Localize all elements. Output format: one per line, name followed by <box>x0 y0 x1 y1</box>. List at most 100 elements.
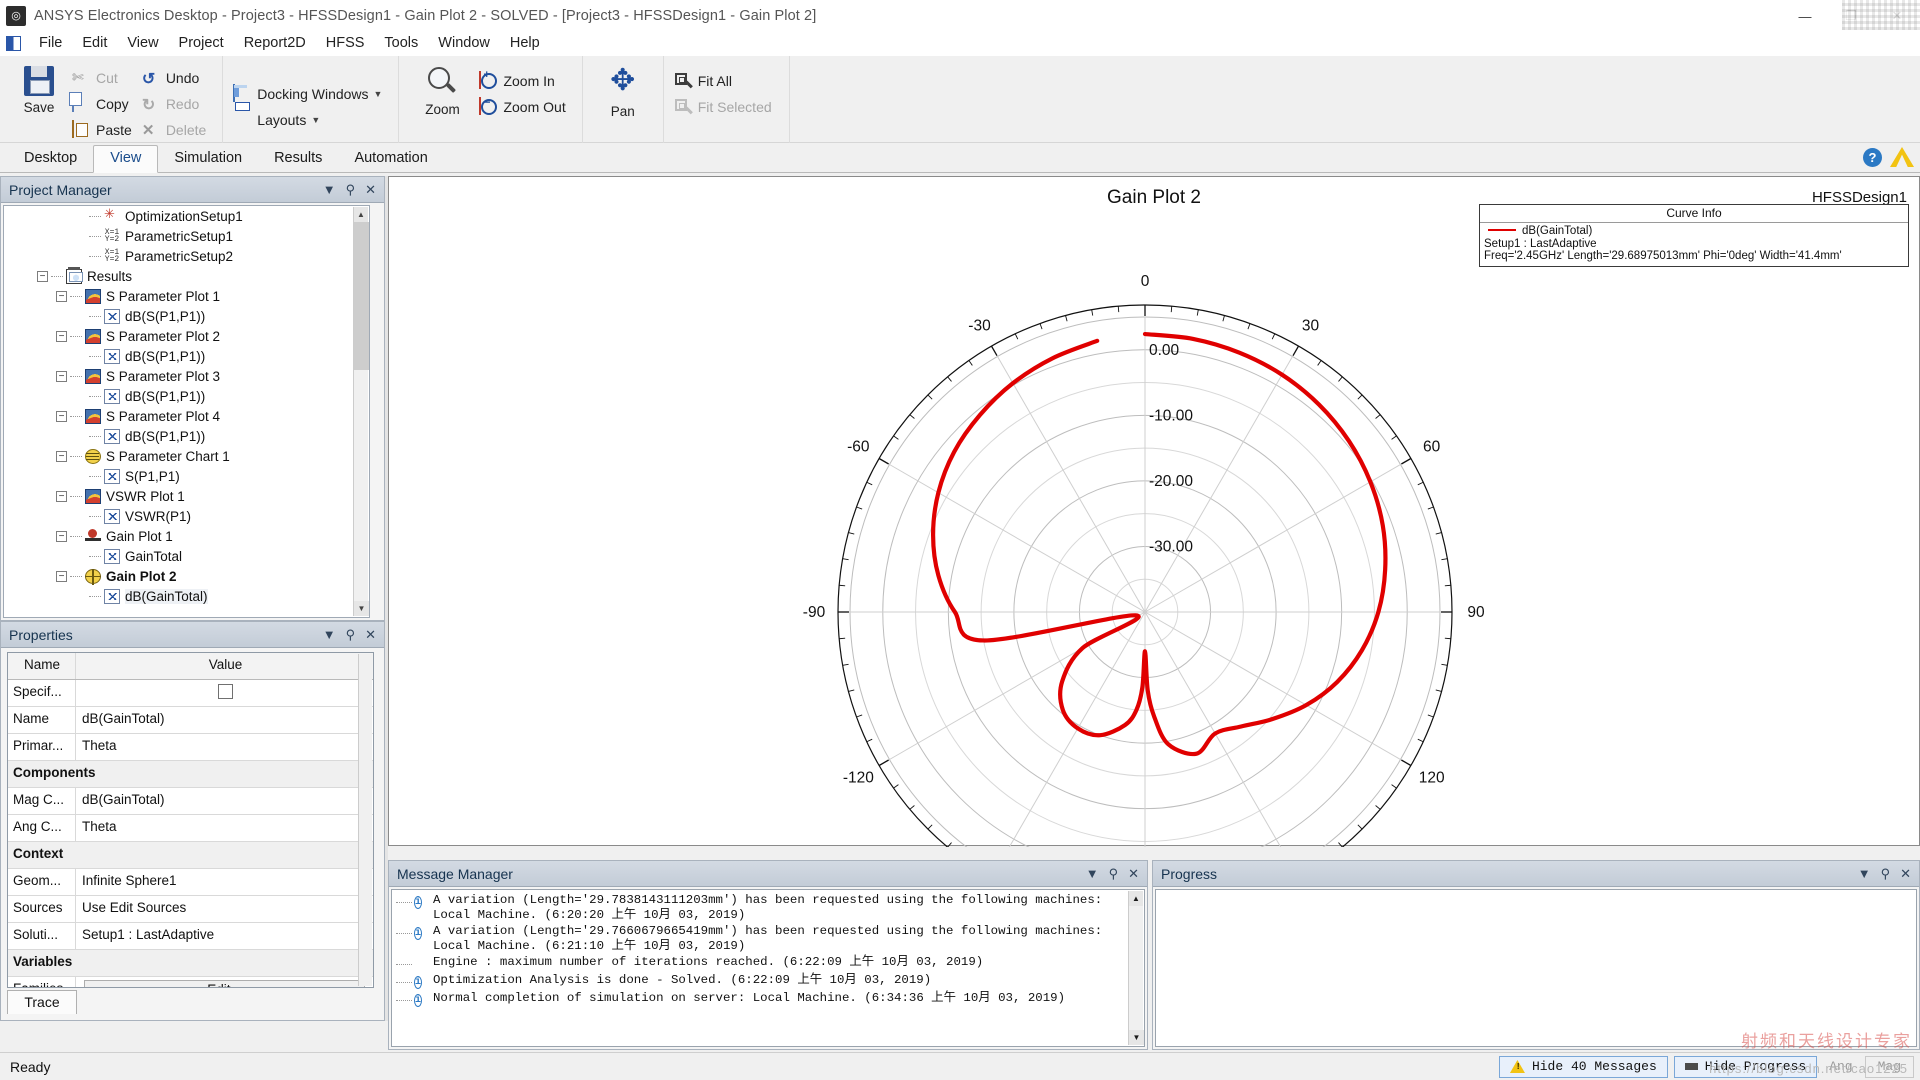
pin-icon[interactable]: ⚲ <box>346 628 356 641</box>
trace-tab[interactable]: Trace <box>7 990 77 1014</box>
tree-item-db-s-p1-p1[interactable]: dB(S(P1,P1)) <box>4 346 369 366</box>
copy-button[interactable]: Copy <box>70 91 140 117</box>
tree-expander-icon[interactable]: − <box>56 491 67 502</box>
pan-button[interactable]: ✥ Pan <box>591 60 655 119</box>
message-list[interactable]: iA variation (Length='29.7838143111203mm… <box>391 889 1145 1047</box>
pin-icon[interactable]: ⚲ <box>1109 867 1119 880</box>
fit-all-button[interactable]: Fit All <box>672 68 780 94</box>
close-icon[interactable]: ✕ <box>365 183 376 196</box>
menu-report2d[interactable]: Report2D <box>234 33 316 53</box>
docking-windows-button[interactable]: Docking Windows ▼ <box>231 81 390 107</box>
help-icon[interactable]: ? <box>1863 148 1882 167</box>
scroll-down-icon[interactable]: ▼ <box>354 601 369 616</box>
tree-item-vswr-p1[interactable]: VSWR(P1) <box>4 506 369 526</box>
tab-results[interactable]: Results <box>258 146 338 172</box>
cut-button[interactable]: ✄ Cut <box>70 65 140 91</box>
specify-checkbox[interactable] <box>76 680 373 706</box>
tree-item-optimizationsetup1[interactable]: OptimizationSetup1 <box>4 206 369 226</box>
families-edit-cell[interactable]: Edit... <box>76 977 373 988</box>
chevron-down-icon[interactable]: ▼ <box>1858 867 1871 880</box>
close-icon[interactable]: ✕ <box>365 628 376 641</box>
zoom-in-button[interactable]: Zoom In <box>477 68 573 94</box>
project-tree-scrollbar[interactable]: ▲▼ <box>353 207 368 616</box>
chevron-down-icon[interactable]: ▼ <box>1086 867 1099 880</box>
polar-plot[interactable]: 0306090120150-180-150-120-90-60-300.00-1… <box>389 177 1920 847</box>
chevron-down-icon[interactable]: ▼ <box>323 628 336 641</box>
message-row[interactable]: iOptimization Analysis is done - Solved.… <box>394 972 1144 990</box>
tree-item-s-p1-p1[interactable]: S(P1,P1) <box>4 466 369 486</box>
properties-table[interactable]: NameValueSpecif...NamedB(GainTotal)Prima… <box>7 652 374 988</box>
delete-button[interactable]: ✕ Delete <box>140 117 214 143</box>
message-row[interactable]: iA variation (Length='29.7838143111203mm… <box>394 892 1144 923</box>
tree-item-s-parameter-plot-4[interactable]: −S Parameter Plot 4 <box>4 406 369 426</box>
zoom-button[interactable]: Zoom <box>407 60 477 117</box>
tree-item-db-s-p1-p1[interactable]: dB(S(P1,P1)) <box>4 386 369 406</box>
close-icon[interactable]: ✕ <box>1128 867 1139 880</box>
layouts-button[interactable]: Layouts ▼ <box>231 107 390 133</box>
tab-automation[interactable]: Automation <box>338 146 443 172</box>
menu-project[interactable]: Project <box>169 33 234 53</box>
pin-icon[interactable]: ⚲ <box>1881 867 1891 880</box>
tab-view[interactable]: View <box>93 145 158 173</box>
menu-help[interactable]: Help <box>500 33 550 53</box>
paste-button[interactable]: Paste <box>70 117 140 143</box>
tree-expander-icon[interactable]: − <box>56 531 67 542</box>
properties-row-soluti[interactable]: Soluti...Setup1 : LastAdaptive <box>8 923 373 950</box>
fit-selected-button[interactable]: Fit Selected <box>672 94 780 120</box>
tree-expander-icon[interactable]: − <box>56 371 67 382</box>
tab-desktop[interactable]: Desktop <box>8 146 93 172</box>
menu-file[interactable]: File <box>29 33 72 53</box>
project-tree[interactable]: OptimizationSetup1X=1Y=2ParametricSetup1… <box>3 205 370 618</box>
properties-row-geom[interactable]: Geom...Infinite Sphere1 <box>8 869 373 896</box>
system-menu-icon[interactable] <box>6 36 21 51</box>
tree-item-db-gaintotal[interactable]: dB(GainTotal) <box>4 586 369 606</box>
properties-scrollbar[interactable] <box>358 654 372 986</box>
properties-row-specif[interactable]: Specif... <box>8 680 373 707</box>
pin-icon[interactable]: ⚲ <box>346 183 356 196</box>
minimize-button[interactable]: — <box>1782 0 1828 32</box>
menu-tools[interactable]: Tools <box>374 33 428 53</box>
message-row[interactable]: iA variation (Length='29.7660679665419mm… <box>394 923 1144 954</box>
tree-expander-icon[interactable]: − <box>56 331 67 342</box>
tree-item-s-parameter-chart-1[interactable]: −S Parameter Chart 1 <box>4 446 369 466</box>
tree-item-vswr-plot-1[interactable]: −VSWR Plot 1 <box>4 486 369 506</box>
zoom-out-button[interactable]: Zoom Out <box>477 94 573 120</box>
menu-view[interactable]: View <box>117 33 168 53</box>
plot-canvas[interactable]: Gain Plot 2 HFSSDesign1 Curve Info dB(Ga… <box>388 176 1920 846</box>
tree-item-results[interactable]: −Results <box>4 266 369 286</box>
save-button[interactable]: Save <box>8 60 70 115</box>
tree-item-db-s-p1-p1[interactable]: dB(S(P1,P1)) <box>4 426 369 446</box>
undo-button[interactable]: ↺ Undo <box>140 65 214 91</box>
properties-row-name[interactable]: NamedB(GainTotal) <box>8 707 373 734</box>
tab-simulation[interactable]: Simulation <box>158 146 258 172</box>
scroll-up-icon[interactable]: ▲ <box>354 207 368 222</box>
tree-item-parametricsetup1[interactable]: X=1Y=2ParametricSetup1 <box>4 226 369 246</box>
tree-item-gain-plot-2[interactable]: −Gain Plot 2 <box>4 566 369 586</box>
hide-messages-button[interactable]: Hide 40 Messages <box>1499 1056 1668 1078</box>
menu-window[interactable]: Window <box>428 33 500 53</box>
tree-item-s-parameter-plot-3[interactable]: −S Parameter Plot 3 <box>4 366 369 386</box>
tree-item-db-s-p1-p1[interactable]: dB(S(P1,P1)) <box>4 306 369 326</box>
tree-item-s-parameter-plot-2[interactable]: −S Parameter Plot 2 <box>4 326 369 346</box>
tree-expander-icon[interactable]: − <box>56 451 67 462</box>
tree-expander-icon[interactable]: − <box>56 291 67 302</box>
message-row[interactable]: iNormal completion of simulation on serv… <box>394 990 1144 1008</box>
tree-item-s-parameter-plot-1[interactable]: −S Parameter Plot 1 <box>4 286 369 306</box>
menu-hfss[interactable]: HFSS <box>316 33 375 53</box>
properties-row-sources[interactable]: SourcesUse Edit Sources <box>8 896 373 923</box>
properties-row-mag-c[interactable]: Mag C...dB(GainTotal) <box>8 788 373 815</box>
tree-item-gain-plot-1[interactable]: −Gain Plot 1 <box>4 526 369 546</box>
tree-expander-icon[interactable]: − <box>56 571 67 582</box>
menu-edit[interactable]: Edit <box>72 33 117 53</box>
message-row[interactable]: Engine : maximum number of iterations re… <box>394 954 1144 972</box>
chevron-down-icon[interactable]: ▼ <box>323 183 336 196</box>
tree-item-parametricsetup2[interactable]: X=1Y=2ParametricSetup2 <box>4 246 369 266</box>
tree-expander-icon[interactable]: − <box>37 271 48 282</box>
redo-button[interactable]: ↻ Redo <box>140 91 214 117</box>
scroll-down-icon[interactable]: ▼ <box>1129 1030 1144 1045</box>
properties-row-families[interactable]: FamiliesEdit... <box>8 977 373 988</box>
properties-row-ang-c[interactable]: Ang C...Theta <box>8 815 373 842</box>
tree-expander-icon[interactable]: − <box>56 411 67 422</box>
edit-button[interactable]: Edit... <box>84 980 365 988</box>
scroll-thumb[interactable] <box>354 222 369 370</box>
